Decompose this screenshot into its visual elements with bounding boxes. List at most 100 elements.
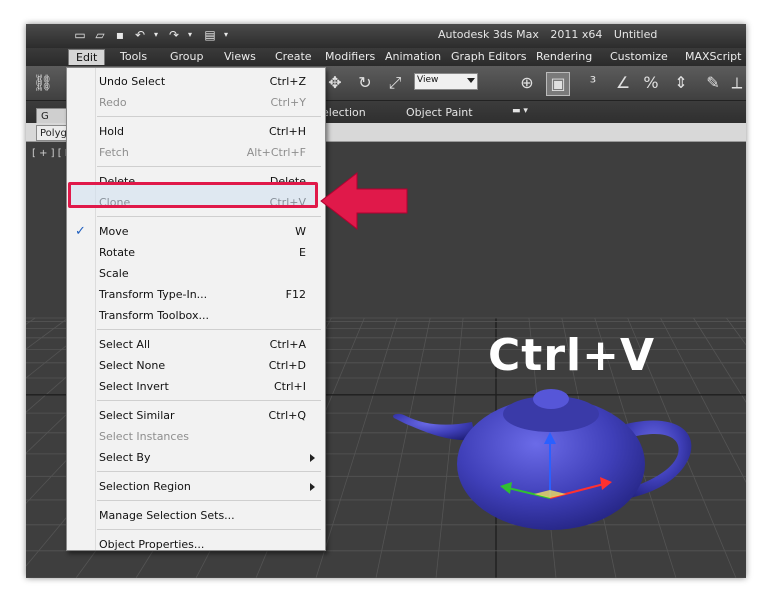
menu-item-shortcut: Ctrl+D [268,359,306,372]
menu-separator [97,500,321,501]
menu-item-label: Transform Toolbox... [99,309,209,322]
menu-item-selection-region[interactable]: Selection Region [67,476,325,496]
menu-item-shortcut: Ctrl+Y [270,96,306,109]
menu-item-select-similar[interactable]: Select Similar Ctrl+Q [67,405,325,425]
menu-item-shortcut: E [299,246,306,259]
menu-separator [97,400,321,401]
select-manipulate-icon[interactable]: ▣ [546,72,570,96]
select-rotate-icon[interactable]: ↻ [354,72,376,94]
menu-item-label: Select Instances [99,430,189,443]
menu-item-label: Selection Region [99,480,191,493]
menu-item-label: Fetch [99,146,129,159]
menu-tools[interactable]: Tools [120,50,147,63]
undo-dropdown-icon[interactable]: ▾ [148,27,164,43]
menu-views[interactable]: Views [224,50,256,63]
named-selection-icon[interactable]: ✎ [702,72,724,94]
redo-icon[interactable]: ↷ [166,27,182,43]
select-scale-icon[interactable]: ⤢ [384,72,406,94]
teapot-lid-knob [533,389,569,409]
menu-item-shortcut: Ctrl+Q [268,409,306,422]
menu-graph-editors[interactable]: Graph Editors [451,50,527,63]
menu-rendering[interactable]: Rendering [536,50,592,63]
menu-item-redo[interactable]: Redo Ctrl+Y [67,92,325,112]
shortcut-overlay-text: Ctrl+V [488,330,656,381]
menu-item-select-instances[interactable]: Select Instances [67,426,325,446]
menu-item-rotate[interactable]: Rotate E [67,242,325,262]
angle-snap-icon[interactable]: ∠ [612,72,634,94]
menu-item-select-all[interactable]: Select All Ctrl+A [67,334,325,354]
menu-item-label: Rotate [99,246,136,259]
spinner-snap-icon[interactable]: ⇕ [670,72,692,94]
menu-item-label: Select Similar [99,409,175,422]
menu-animation[interactable]: Animation [385,50,441,63]
menu-item-label: Scale [99,267,129,280]
menu-item-select-invert[interactable]: Select Invert Ctrl+I [67,376,325,396]
pointer-arrow-icon [320,171,408,231]
menu-item-object-properties[interactable]: Object Properties... [67,534,325,554]
window-title-app: Autodesk 3ds Max [438,28,539,41]
menu-item-shortcut: Ctrl+Z [269,75,306,88]
menu-item-label: Object Properties... [99,538,205,551]
menu-group[interactable]: Group [170,50,204,63]
menu-item-shortcut: Ctrl+H [268,125,306,138]
percent-snap-icon[interactable]: % [640,72,662,94]
menu-item-scale[interactable]: Scale [67,263,325,283]
menu-item-label: Select None [99,359,166,372]
quick-access-dropdown-icon[interactable]: ▾ [218,27,234,43]
menu-maxscript[interactable]: MAXScript [685,50,741,63]
ribbon-panel-tab-polygon[interactable]: Polyg [36,125,70,141]
menu-separator [97,116,321,117]
menu-item-label: Select Invert [99,380,169,393]
menu-item-shortcut: Ctrl+I [273,380,306,393]
select-move-icon[interactable]: ✥ [324,72,346,94]
menu-create[interactable]: Create [275,50,312,63]
menu-bar: Edit Tools Group Views Create Modifiers … [26,48,746,66]
submenu-arrow-icon [310,483,315,491]
menu-item-transform-type-in[interactable]: Transform Type-In... F12 [67,284,325,304]
menu-separator [97,471,321,472]
submenu-arrow-icon [310,454,315,462]
menu-item-hold[interactable]: Hold Ctrl+H [67,121,325,141]
new-file-icon[interactable]: ▭ [72,27,88,43]
edit-dropdown-menu: Undo Select Ctrl+Z Redo Ctrl+Y Hold Ctrl+H Fet… [66,67,326,551]
menu-item-select-none[interactable]: Select None Ctrl+D [67,355,325,375]
menu-item-move[interactable]: ✓ Move W [67,221,325,241]
menu-item-label: Move [99,225,129,238]
project-folder-icon[interactable]: ▤ [202,27,218,43]
title-bar: ▭ ▱ ▪ ↶ ▾ ↷ ▾ ▤ ▾ Autodesk 3ds Max 2011 … [26,24,746,48]
save-icon[interactable]: ▪ [112,27,128,43]
pivot-center-icon[interactable]: ⊕ [516,72,538,94]
link-icon[interactable]: ⛓ [32,72,54,94]
menu-item-select-by[interactable]: Select By [67,447,325,467]
checkmark-icon: ✓ [75,224,86,239]
menu-item-undo-select[interactable]: Undo Select Ctrl+Z [67,71,325,91]
undo-icon[interactable]: ↶ [132,27,148,43]
mirror-icon[interactable]: ⟂ [726,72,746,94]
ribbon-tab-object-paint[interactable]: Object Paint [406,106,473,119]
menu-item-fetch[interactable]: Fetch Alt+Ctrl+F [67,142,325,162]
window-title-version: 2011 x64 [550,28,603,41]
menu-item-transform-toolbox[interactable]: Transform Toolbox... [67,305,325,325]
ribbon-tab-selection[interactable]: election [322,106,366,119]
menu-item-shortcut: Ctrl+A [269,338,306,351]
menu-item-label: Hold [99,125,125,138]
window-title: Autodesk 3ds Max 2011 x64 Untitled [438,28,665,41]
reference-coordinate-dropdown[interactable]: View [414,73,478,90]
menu-item-label: Manage Selection Sets... [99,509,235,522]
menu-item-label: Undo Select [99,75,166,88]
menu-separator [97,329,321,330]
menu-item-manage-selection-sets[interactable]: Manage Selection Sets... [67,505,325,525]
menu-edit[interactable]: Edit [68,49,106,65]
menu-customize[interactable]: Customize [610,50,668,63]
menu-item-shortcut: F12 [285,288,306,301]
ribbon-options-icon[interactable]: ▬ ▾ [512,106,528,116]
menu-item-shortcut: W [295,225,306,238]
menu-separator [97,166,321,167]
menu-separator [97,529,321,530]
redo-dropdown-icon[interactable]: ▾ [182,27,198,43]
open-file-icon[interactable]: ▱ [92,27,108,43]
menu-modifiers[interactable]: Modifiers [325,50,375,63]
snap-toggle-icon[interactable]: ³ [582,72,604,94]
menu-item-label: Redo [99,96,127,109]
menu-item-label: Transform Type-In... [99,288,208,301]
